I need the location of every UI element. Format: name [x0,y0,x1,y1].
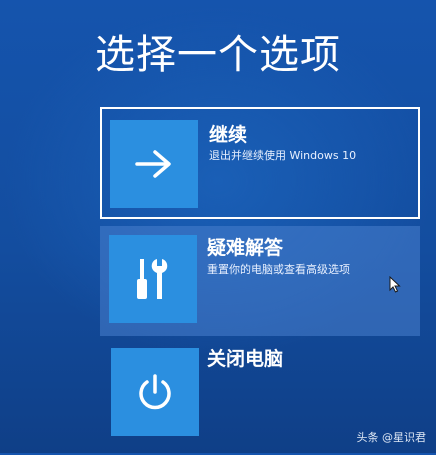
watermark: 头条 @星识君 [356,431,427,444]
continue-tile [110,120,198,208]
shutdown-tile [111,348,199,436]
continue-label: 继续 [209,124,248,146]
page-title: 选择一个选项 [95,32,341,78]
mouse-cursor-icon [389,276,401,293]
troubleshoot-tile [109,235,197,323]
troubleshoot-description: 重置你的电脑或查看高级选项 [207,263,350,276]
continue-description: 退出并继续使用 Windows 10 [209,149,357,162]
arrow-right-icon [135,150,171,178]
shutdown-label: 关闭电脑 [207,348,284,370]
troubleshoot-label: 疑难解答 [207,237,284,259]
troubleshoot-option[interactable]: 疑难解答 重置你的电脑或查看高级选项 [100,226,420,336]
power-icon [139,374,171,410]
continue-option[interactable]: 继续 退出并继续使用 Windows 10 [100,107,420,219]
tools-icon [137,259,168,299]
